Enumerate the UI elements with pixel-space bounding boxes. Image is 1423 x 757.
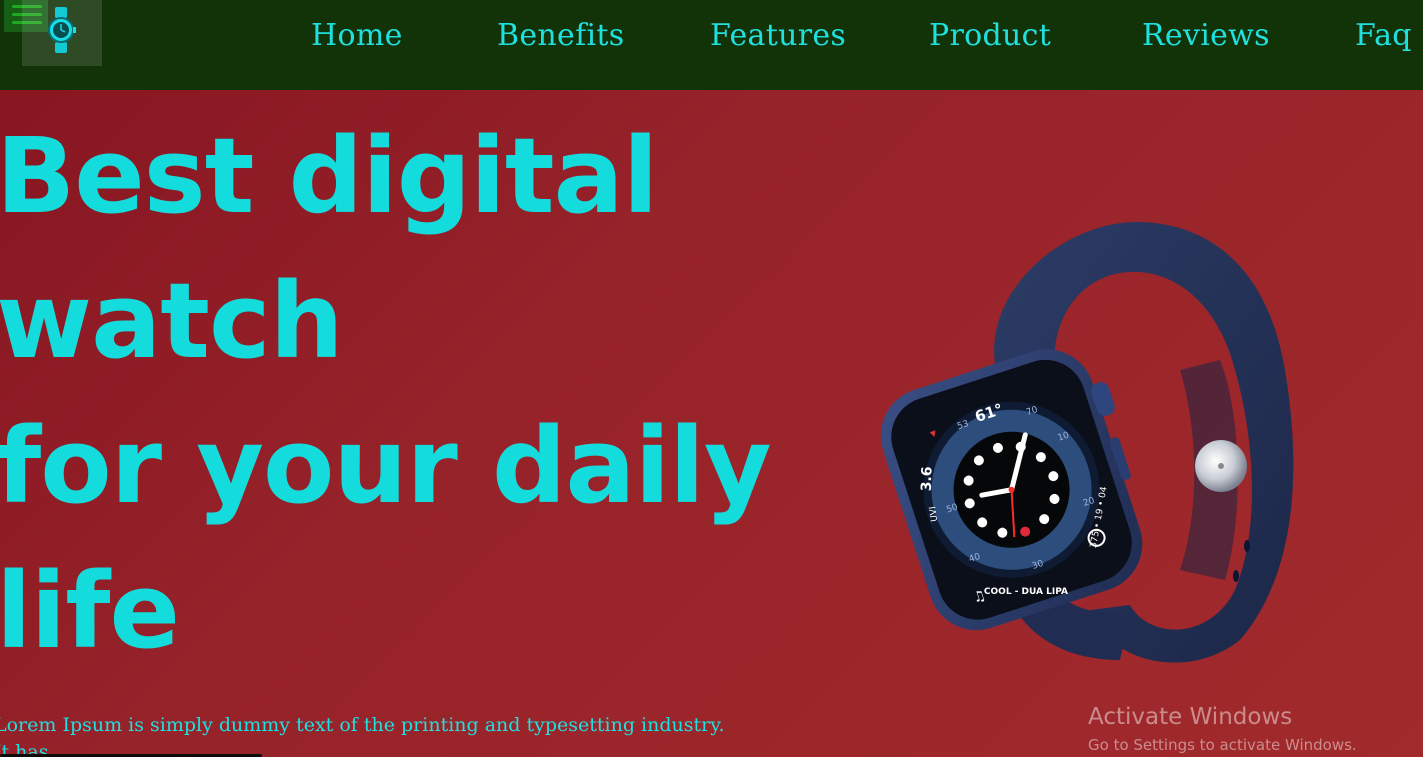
hero-title-line-1: Best digital (0, 115, 658, 237)
nav-link-home[interactable]: Home (311, 18, 403, 53)
nav-link-features[interactable]: Features (710, 18, 846, 53)
hero-title: Best digital watch for your daily life (0, 104, 772, 684)
nav-link-faq[interactable]: Faq (1355, 18, 1412, 53)
nav-link-benefits[interactable]: Benefits (497, 18, 624, 53)
activate-windows-subtitle: Go to Settings to activate Windows. (1088, 736, 1357, 754)
hero-title-line-2: watch (0, 260, 344, 382)
watch-bottom-text: COOL - DUA LIPA (984, 587, 1068, 597)
wristwatch-icon (48, 7, 76, 53)
navbar: Home Benefits Features Product Reviews F… (0, 0, 1423, 90)
page: Home Benefits Features Product Reviews F… (0, 0, 1423, 757)
hero-title-line-3: for your daily (0, 405, 772, 527)
logo[interactable] (22, 0, 102, 66)
activate-windows-title: Activate Windows (1088, 704, 1293, 730)
nav-link-product[interactable]: Product (929, 18, 1051, 53)
smartwatch-image: 61° 3.6 UVI COOL - DUA LIPA 375 • 19 • 0… (880, 210, 1320, 670)
activate-windows-watermark: Activate Windows Go to Settings to activ… (1088, 703, 1357, 757)
hero-title-line-4: life (0, 550, 180, 672)
hero-description: Lorem Ipsum is simply dummy text of the … (0, 714, 725, 757)
nav-link-reviews[interactable]: Reviews (1142, 18, 1270, 53)
watch-left-sub: UVI (928, 506, 940, 523)
watch-left-complication: 3.6 (919, 466, 936, 491)
